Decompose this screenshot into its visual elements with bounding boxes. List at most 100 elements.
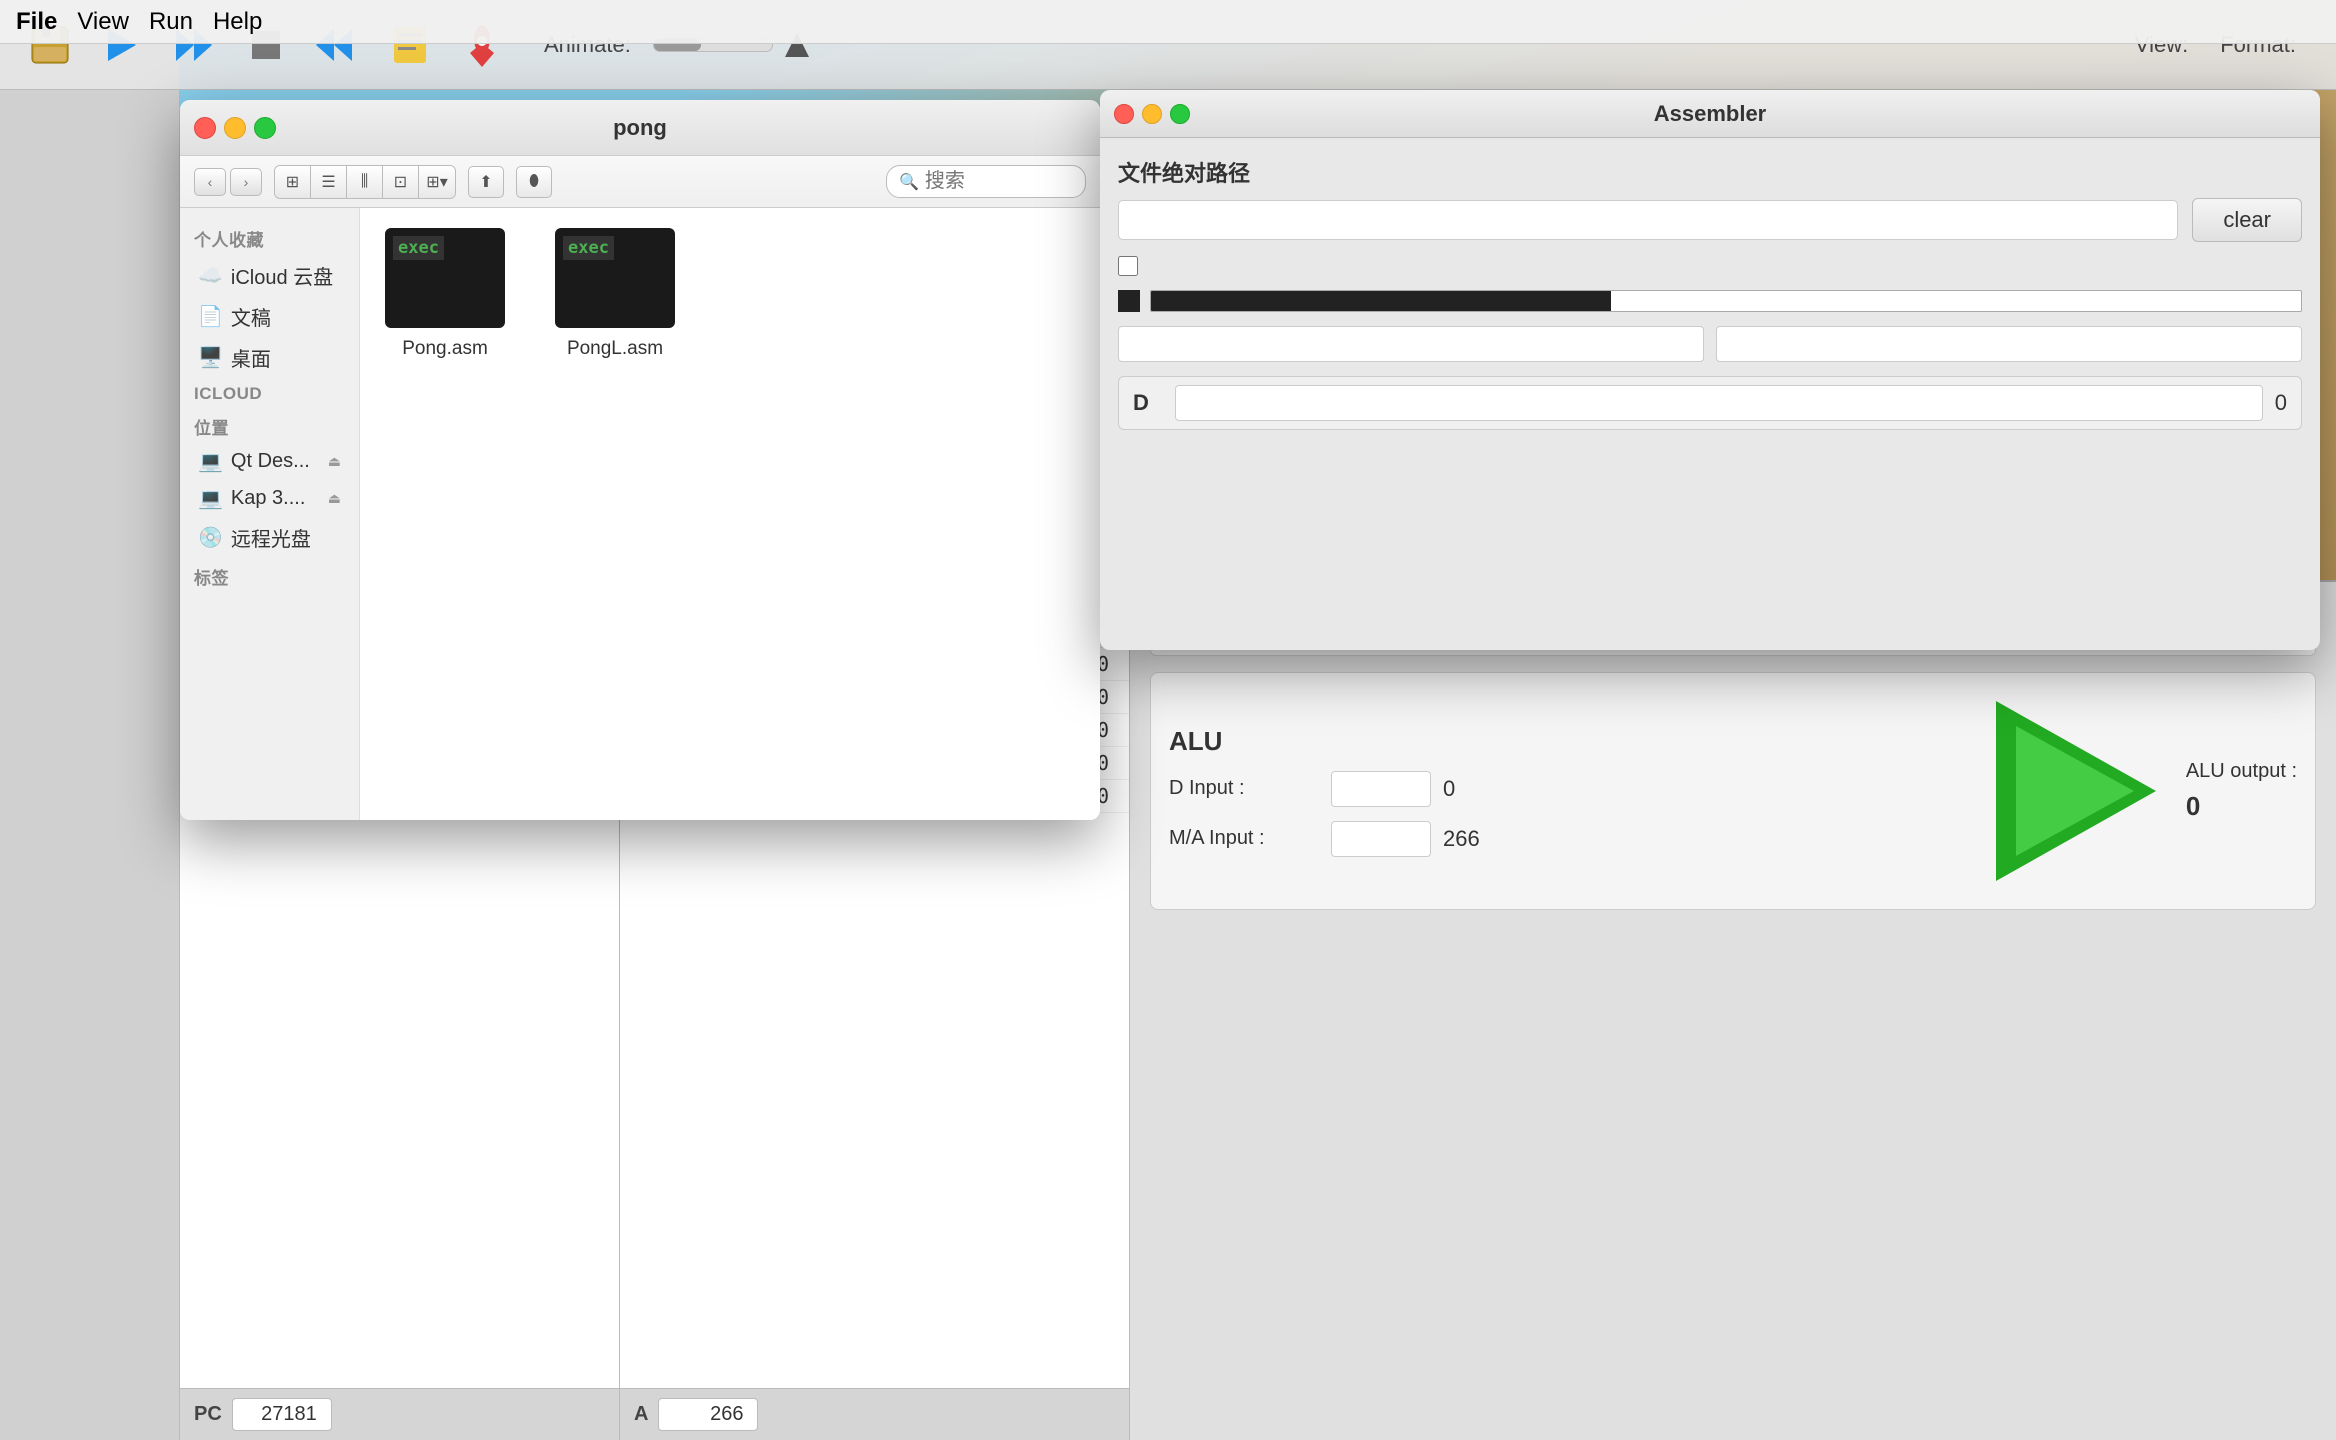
output-box-2 [1716, 326, 2302, 362]
alu-d-input-value: 0 [1443, 776, 1455, 802]
d-register-value: 0 [2275, 390, 2287, 416]
assembler-body: 文件绝对路径 clear D 0 [1100, 138, 2320, 650]
finder-body: 个人收藏 ☁️ iCloud 云盘 📄 文稿 🖥️ 桌面 iCloud 位置 💻… [180, 208, 1100, 820]
disc-icon: 💿 [198, 525, 223, 550]
a-footer-value: 266 [658, 1398, 758, 1431]
finder-column-view[interactable]: ⫼ [347, 166, 383, 198]
sidebar-item-kap[interactable]: 💻 Kap 3.... ⏏ [184, 480, 355, 517]
assembler-close[interactable] [1114, 104, 1134, 124]
assembler-maximize[interactable] [1170, 104, 1190, 124]
finder-icon-view[interactable]: ⊞ [275, 166, 311, 198]
alu-ma-input-field[interactable] [1331, 821, 1431, 857]
sidebar-label-remote-disc: 远程光盘 [231, 523, 311, 552]
clear-button[interactable]: clear [2192, 198, 2302, 242]
sidebar-item-remote-disc[interactable]: 💿 远程光盘 [184, 517, 355, 558]
finder-search-input[interactable] [925, 170, 1073, 193]
sidebar-header-locations: 位置 [180, 408, 359, 443]
assembler-window: Assembler 文件绝对路径 clear D [1100, 90, 2320, 650]
finder-action-button[interactable]: ⬮ [516, 166, 552, 198]
file-item-pong-asm[interactable]: exec Pong.asm [380, 228, 510, 360]
alu-d-input-field[interactable] [1331, 771, 1431, 807]
finder-title: pong [613, 115, 667, 141]
sidebar-item-qt[interactable]: 💻 Qt Des... ⏏ [184, 443, 355, 480]
eject-icon-qt[interactable]: ⏏ [328, 453, 341, 470]
screen-panel-footer: A 266 [620, 1388, 1129, 1440]
output-boxes-row [1118, 326, 2302, 362]
sidebar-item-icloud-drive[interactable]: ☁️ iCloud 云盘 [184, 255, 355, 296]
menu-item-help[interactable]: Help [213, 8, 262, 36]
alu-output-value: 0 [2186, 791, 2297, 822]
traffic-light-minimize[interactable] [224, 117, 246, 139]
pc-footer-value: 27181 [232, 1398, 332, 1431]
assembler-titlebar: Assembler [1100, 90, 2320, 138]
sidebar-header-tags: 标签 [180, 558, 359, 593]
d-register-input[interactable] [1175, 385, 2263, 421]
finder-back-button[interactable]: ‹ [194, 168, 226, 196]
progress-bar-container [1150, 290, 2302, 312]
finder-sidebar: 个人收藏 ☁️ iCloud 云盘 📄 文稿 🖥️ 桌面 iCloud 位置 💻… [180, 208, 360, 820]
sidebar-item-desktop[interactable]: 🖥️ 桌面 [184, 337, 355, 378]
alu-ma-input-label: M/A Input : [1169, 827, 1319, 850]
alu-triangle-svg [1986, 691, 2166, 891]
finder-gallery-view[interactable]: ⊡ [383, 166, 419, 198]
sidebar-label-qt: Qt Des... [231, 450, 310, 473]
finder-titlebar: pong [180, 100, 1100, 156]
finder-forward-button[interactable]: › [230, 168, 262, 196]
finder-content: exec Pong.asm exec PongL.asm [360, 208, 1100, 820]
traffic-light-close[interactable] [194, 117, 216, 139]
menu-item-run[interactable]: Run [149, 8, 193, 36]
sidebar-label-icloud-drive: iCloud 云盘 [231, 261, 333, 290]
finder-window: pong ‹ › ⊞ ☰ ⫼ ⊡ ⊞▾ ⬆ ⬮ 🔍 个人收藏 ☁️ iCloud… [180, 100, 1100, 820]
file-icon-pong: exec [385, 228, 505, 328]
file-path-row: clear [1118, 198, 2302, 242]
progress-bar-fill [1151, 291, 1611, 311]
alu-graphic [1986, 691, 2166, 891]
documents-icon: 📄 [198, 304, 223, 329]
progress-indicator [1118, 290, 1140, 312]
qt-icon: 💻 [198, 449, 223, 474]
output-box-1 [1118, 326, 1704, 362]
menu-item-file[interactable]: File [16, 8, 57, 36]
assembler-minimize[interactable] [1142, 104, 1162, 124]
file-item-pongl-asm[interactable]: exec PongL.asm [550, 228, 680, 360]
eject-icon-kap[interactable]: ⏏ [328, 490, 341, 507]
sidebar-header-favorites: 个人收藏 [180, 220, 359, 255]
sidebar-label-desktop: 桌面 [231, 343, 271, 372]
finder-view-toggle: ⊞ ☰ ⫼ ⊡ ⊞▾ [274, 165, 456, 199]
checkbox-row [1118, 256, 2302, 276]
d-register-label: D [1133, 390, 1163, 416]
finder-view-options[interactable]: ⊞▾ [419, 166, 455, 198]
finder-share-button[interactable]: ⬆ [468, 166, 504, 198]
exec-badge-pongl: exec [563, 236, 614, 260]
code-panel-footer: PC 27181 [180, 1388, 619, 1440]
menu-item-view[interactable]: View [77, 8, 129, 36]
pc-footer-label: PC [194, 1403, 222, 1426]
alu-section: ALU D Input : 0 M/A Input : 266 [1150, 672, 2316, 910]
finder-search-box: 🔍 [886, 165, 1086, 198]
checkbox-option[interactable] [1118, 256, 1138, 276]
alu-ma-input-value: 266 [1443, 826, 1480, 852]
chip-panel: D 0 ALU D Input : 0 M/A Input : 266 [1130, 582, 2336, 1440]
sidebar-label-kap: Kap 3.... [231, 487, 306, 510]
file-name-pongl: PongL.asm [567, 338, 663, 360]
icloud-icon: ☁️ [198, 263, 223, 288]
a-footer-label: A [634, 1403, 648, 1426]
d-register-row: D 0 [1118, 376, 2302, 430]
finder-list-view[interactable]: ☰ [311, 166, 347, 198]
search-icon: 🔍 [899, 172, 919, 192]
kap-icon: 💻 [198, 486, 223, 511]
file-path-input[interactable] [1118, 200, 2178, 240]
finder-nav-buttons: ‹ › [194, 168, 262, 196]
traffic-light-maximize[interactable] [254, 117, 276, 139]
finder-toolbar: ‹ › ⊞ ☰ ⫼ ⊡ ⊞▾ ⬆ ⬮ 🔍 [180, 156, 1100, 208]
file-name-pong: Pong.asm [402, 338, 488, 360]
alu-d-input-label: D Input : [1169, 777, 1319, 800]
exec-badge-pong: exec [393, 236, 444, 260]
file-path-section: 文件绝对路径 clear [1118, 156, 2302, 242]
desktop-icon: 🖥️ [198, 345, 223, 370]
assembler-title: Assembler [1654, 101, 1767, 127]
menubar: File View Run Help [0, 0, 2336, 44]
sidebar-item-documents[interactable]: 📄 文稿 [184, 296, 355, 337]
left-sidebar [0, 44, 180, 1440]
alu-d-input-row: D Input : 0 [1169, 771, 1966, 807]
